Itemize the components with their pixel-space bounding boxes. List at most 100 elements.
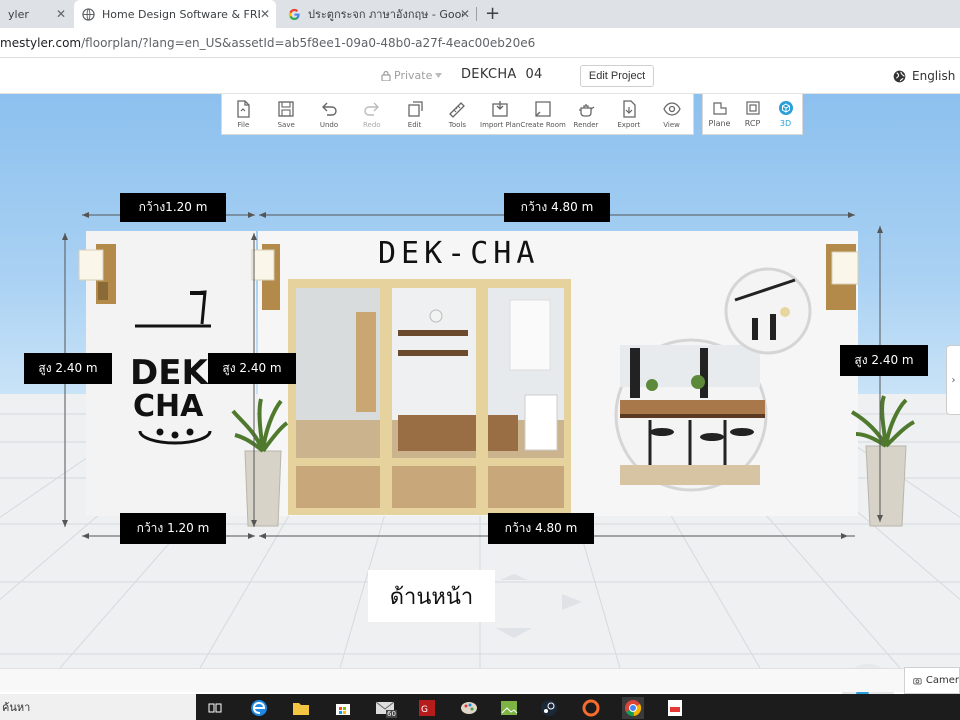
redo-icon (364, 102, 379, 116)
steam-icon[interactable] (538, 697, 560, 719)
tool-label: Tools (448, 121, 466, 129)
view-button[interactable]: View (650, 94, 693, 135)
import-plan-button[interactable]: Import Plan (479, 94, 522, 135)
view-label: 3D (779, 119, 792, 128)
browser-tab[interactable]: yler ✕ (0, 0, 72, 28)
dimension-label: กว้าง 1.20 m (120, 513, 226, 544)
lock-icon (381, 70, 391, 81)
chrome-icon[interactable] (622, 697, 644, 719)
save-button[interactable]: Save (265, 94, 308, 135)
eye-icon (662, 102, 681, 116)
chevron-right-icon: › (951, 374, 956, 386)
cube-icon (778, 101, 793, 115)
save-icon (278, 101, 294, 117)
new-tab-button[interactable]: + (485, 4, 500, 24)
game-app-icon[interactable]: G (416, 697, 438, 719)
task-view-icon[interactable] (204, 697, 226, 719)
app-header: Private DEKCHA 04 Edit Project English (0, 59, 960, 94)
main-toolbar: File Save Undo Redo Edit Tools Import Pl… (221, 94, 694, 135)
tools-button[interactable]: Tools (436, 94, 479, 135)
privacy-dropdown[interactable]: Private (381, 69, 443, 82)
language-selector[interactable]: English (893, 69, 955, 83)
svg-text:G: G (421, 705, 428, 715)
camera-button[interactable]: Camer (904, 667, 960, 694)
search-label: ค้นหา (2, 701, 31, 714)
rcp-view-button[interactable]: RCP (736, 94, 769, 135)
plane-view-button[interactable]: Plane (703, 94, 736, 135)
paint-app-icon[interactable] (458, 697, 480, 719)
tool-label: Import Plan (480, 121, 521, 129)
status-bar (0, 668, 960, 692)
url-path: /floorplan/?lang=en_US&assetId=ab5f8ee1-… (81, 36, 536, 50)
close-icon[interactable]: ✕ (460, 7, 470, 21)
file-explorer-icon[interactable] (290, 697, 312, 719)
dimension-label: กว้าง 4.80 m (488, 513, 594, 544)
close-icon[interactable]: ✕ (260, 7, 270, 21)
origin-icon[interactable] (580, 697, 602, 719)
tool-label: Create Room (520, 121, 566, 129)
chevron-down-icon (435, 73, 443, 78)
tab-divider (476, 7, 477, 21)
browser-tab[interactable]: ประตูกระจก ภาษาอังกฤษ - Google Se ✕ (280, 0, 476, 28)
redo-button[interactable]: Redo (350, 94, 393, 135)
camera-icon (913, 677, 922, 684)
pdf-app-icon[interactable] (664, 697, 686, 719)
language-label: English (912, 69, 956, 83)
address-bar[interactable]: mestyler.com/floorplan/?lang=en_US&asset… (0, 28, 960, 58)
view-label: RCP (744, 119, 761, 128)
file-button[interactable]: File (222, 94, 265, 135)
taskbar-search[interactable]: ค้นหา (0, 694, 196, 720)
privacy-label: Private (394, 69, 433, 82)
tab-title: ประตูกระจก ภาษาอังกฤษ - Google Se (308, 8, 463, 21)
mail-icon[interactable]: 60 (374, 697, 397, 719)
tool-label: Export (617, 121, 641, 129)
export-button[interactable]: Export (607, 94, 650, 135)
dimension-label: สูง 2.40 m (24, 353, 112, 384)
file-icon (237, 100, 251, 118)
tool-label: Edit (407, 121, 422, 129)
edit-button[interactable]: Edit (393, 94, 436, 135)
dimension-label: กว้าง1.20 m (120, 193, 226, 222)
close-icon[interactable]: ✕ (56, 7, 66, 21)
create-room-button[interactable]: Create Room (520, 94, 566, 135)
tool-label: Redo (362, 121, 381, 129)
view-label: Plane (708, 119, 731, 128)
ruler-icon (449, 102, 466, 118)
dimension-label: สูง 2.40 m (840, 345, 928, 376)
render-button[interactable]: Render (565, 94, 608, 135)
google-icon (288, 8, 300, 20)
edge-icon[interactable] (248, 697, 270, 719)
tool-label: Undo (319, 121, 339, 129)
url-host: mestyler.com (0, 36, 82, 50)
edit-icon (407, 101, 423, 117)
plane-icon (712, 102, 727, 115)
photo-app-icon[interactable] (498, 697, 520, 719)
undo-button[interactable]: Undo (308, 94, 351, 135)
browser-tab-strip: yler ✕ Home Design Software & FREE F ✕ ป… (0, 0, 960, 28)
url-text[interactable]: mestyler.com/floorplan/?lang=en_US&asset… (0, 36, 535, 50)
dimension-label: กว้าง 4.80 m (504, 193, 610, 222)
browser-tab-active[interactable]: Home Design Software & FREE F ✕ (74, 0, 276, 28)
import-plan-icon (492, 101, 508, 117)
project-name: DEKCHA 04 (461, 67, 543, 82)
edit-project-button[interactable]: Edit Project (580, 65, 654, 87)
rcp-icon (745, 101, 760, 115)
dimension-label: สูง 2.40 m (208, 353, 296, 384)
notification-badge: 60 (386, 710, 397, 718)
undo-icon (321, 102, 337, 116)
3d-view-button[interactable]: 3D (769, 94, 802, 135)
create-room-icon (535, 101, 551, 117)
globe-icon (893, 70, 906, 82)
store-icon[interactable] (332, 697, 354, 719)
front-view-caption: ด้านหน้า (368, 570, 495, 622)
export-icon (623, 100, 636, 118)
teapot-icon (578, 104, 595, 117)
tab-title: yler (8, 7, 29, 21)
camera-label: Camer (925, 675, 959, 686)
side-panel-toggle[interactable]: › (946, 345, 960, 415)
tool-label: Render (573, 121, 599, 129)
front-wall (258, 231, 858, 516)
view-mode-toolbar: Plane RCP 3D (702, 94, 803, 135)
globe-icon (82, 7, 95, 21)
tab-title: Home Design Software & FREE F (102, 7, 260, 21)
